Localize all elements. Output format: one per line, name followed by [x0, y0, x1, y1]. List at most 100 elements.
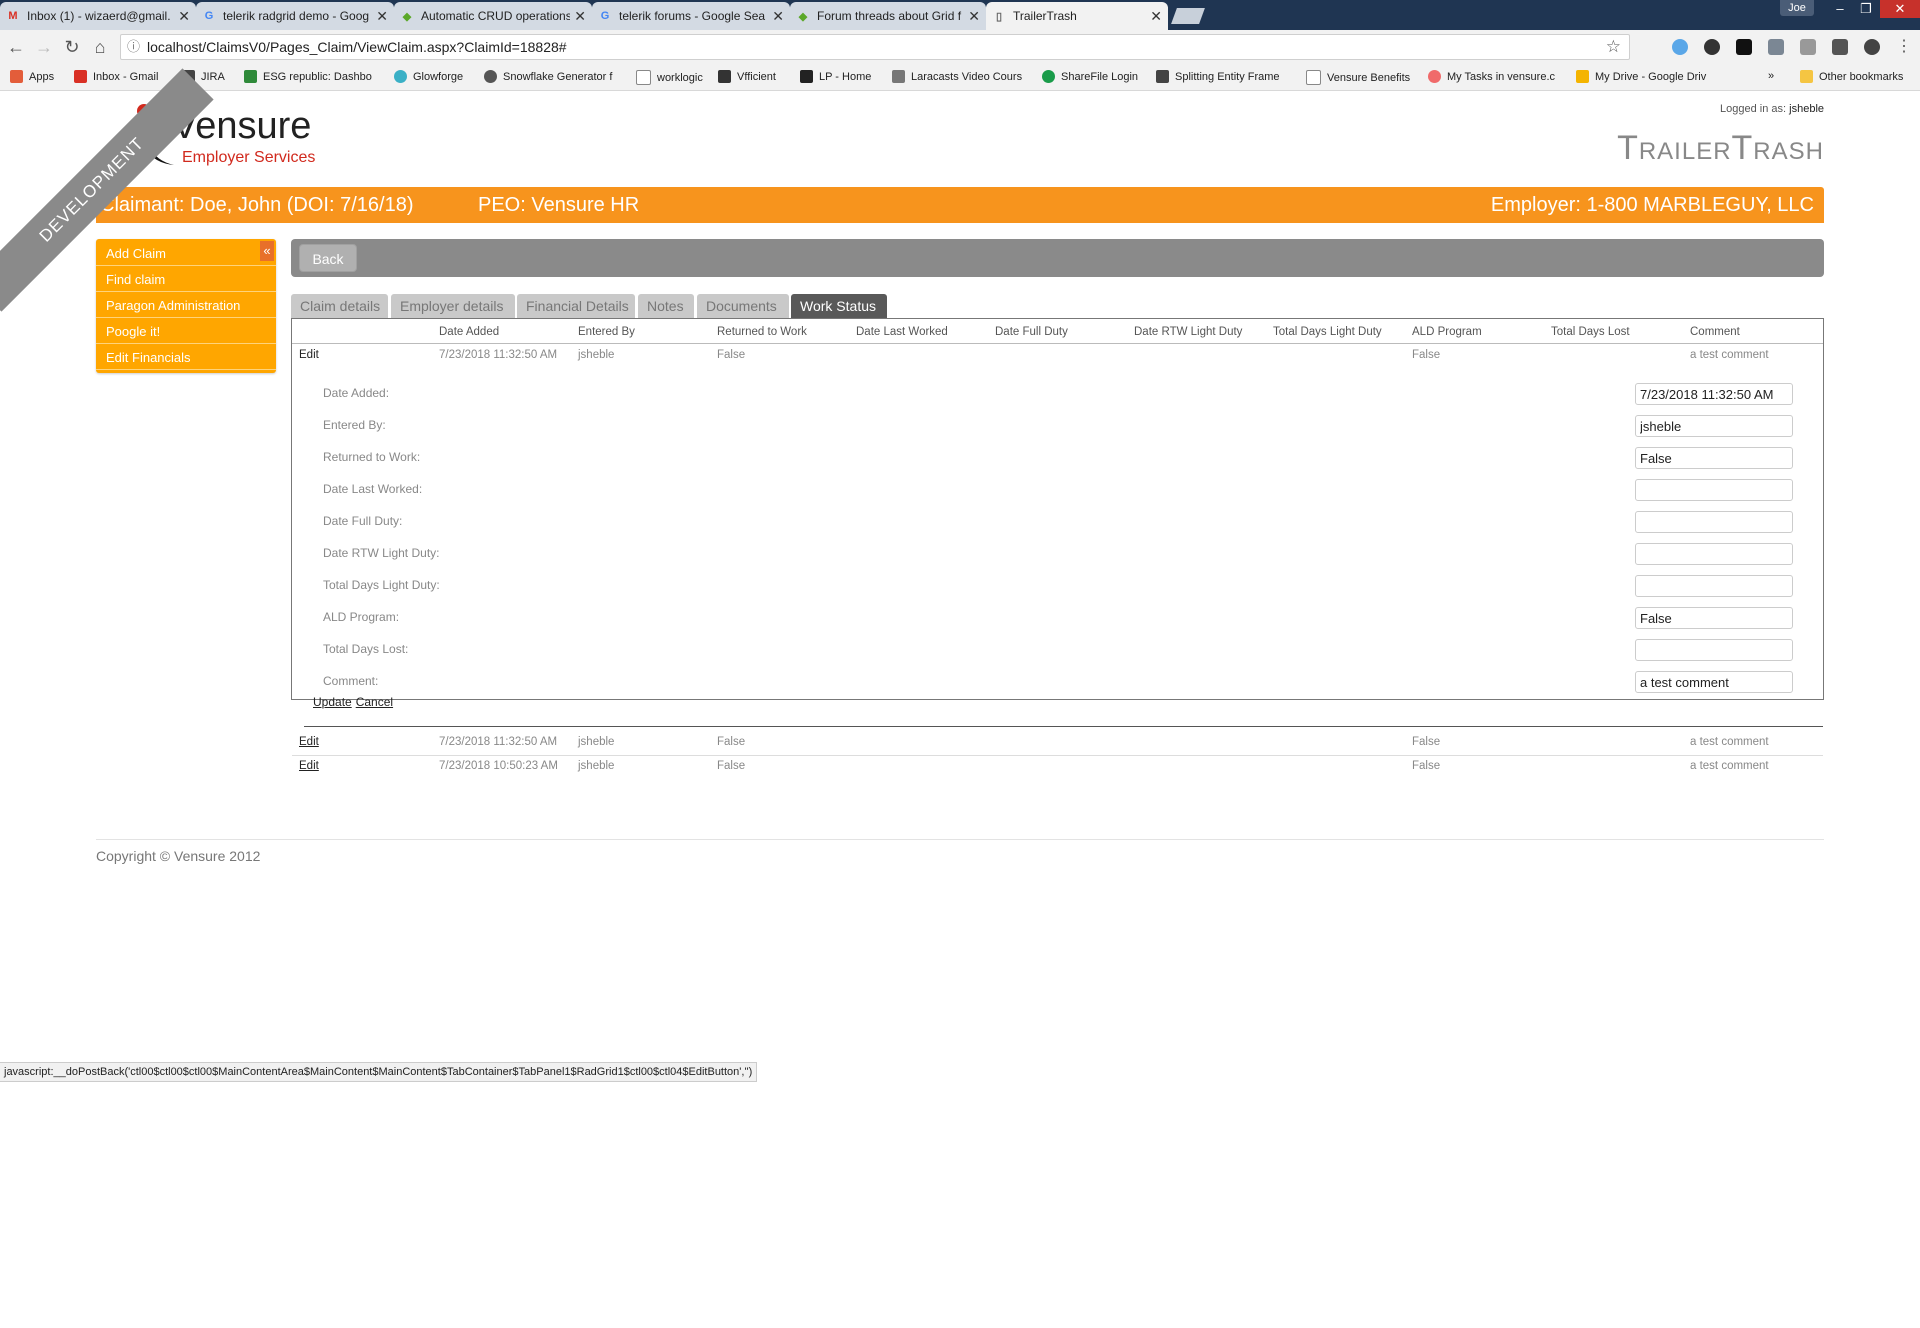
returned-to-work-input[interactable]: [1635, 447, 1793, 469]
amazon-extension-icon[interactable]: [1736, 39, 1752, 55]
column-header-date-added[interactable]: Date Added: [439, 326, 499, 338]
other-bookmarks[interactable]: Other bookmarks: [1800, 70, 1903, 83]
menu-item-add-claim[interactable]: Add Claim: [96, 241, 276, 266]
browser-tab-forum-threads[interactable]: ◆ Forum threads about Grid f ✕: [790, 2, 986, 30]
tab-work-status[interactable]: Work Status: [791, 294, 887, 318]
back-arrow-icon[interactable]: ←: [4, 36, 28, 58]
field-label-date-full-duty: Date Full Duty:: [323, 514, 403, 528]
close-tab-icon[interactable]: ✕: [178, 8, 190, 25]
claimant-info: Claimant: Doe, John (DOI: 7/16/18): [100, 194, 414, 216]
address-bar[interactable]: ⓘ localhost/ClaimsV0/Pages_Claim/ViewCla…: [120, 34, 1630, 60]
reload-icon[interactable]: ↻: [60, 36, 84, 58]
back-button[interactable]: Back: [299, 244, 357, 272]
tab-documents[interactable]: Documents: [697, 294, 789, 318]
bookmark-my-tasks[interactable]: My Tasks in vensure.c: [1428, 70, 1555, 83]
column-header-entered-by[interactable]: Entered By: [578, 326, 635, 338]
column-header-date-last-worked[interactable]: Date Last Worked: [856, 326, 948, 338]
close-window-icon[interactable]: ✕: [1880, 0, 1920, 18]
menu-item-edit-financials[interactable]: Edit Financials: [96, 345, 276, 370]
menu-item-poogle-it[interactable]: Poogle it!: [96, 319, 276, 344]
extension-icon[interactable]: [1704, 39, 1720, 55]
info-icon[interactable]: ⓘ: [127, 35, 140, 59]
new-tab-button[interactable]: [1171, 8, 1205, 24]
browser-tab-crud[interactable]: ◆ Automatic CRUD operations ✕: [394, 2, 592, 30]
tab-notes[interactable]: Notes: [638, 294, 694, 318]
bookmarks-overflow-chevron[interactable]: »: [1768, 70, 1774, 82]
bookmark-worklogic[interactable]: worklogic: [636, 70, 703, 85]
bookmark-google-drive[interactable]: My Drive - Google Driv: [1576, 70, 1706, 83]
cell-comment: a test comment: [1690, 349, 1769, 361]
column-header-ald-program[interactable]: ALD Program: [1412, 326, 1482, 338]
employer-info: Employer: 1-800 MARBLEGUY, LLC: [1490, 194, 1814, 216]
lp-icon: [800, 70, 813, 83]
menu-dots-icon[interactable]: ⋮: [1892, 36, 1916, 58]
menu-item-find-claim[interactable]: Find claim: [96, 267, 276, 292]
folder-icon: [1800, 70, 1813, 83]
date-rtw-light-duty-input[interactable]: [1635, 543, 1793, 565]
ald-program-input[interactable]: [1635, 607, 1793, 629]
bookmark-vfficient[interactable]: Vfficient: [718, 70, 776, 83]
bookmark-lp-home[interactable]: LP - Home: [800, 70, 871, 83]
column-header-date-full-duty[interactable]: Date Full Duty: [995, 326, 1068, 338]
sharefile-icon: [1042, 70, 1055, 83]
browser-tab-google-forums[interactable]: G telerik forums - Google Sea ✕: [592, 2, 790, 30]
collapse-menu-icon[interactable]: «: [260, 241, 274, 261]
browser-tab-trailertrash[interactable]: ▯ TrailerTrash ✕: [986, 2, 1168, 30]
bookmark-gmail[interactable]: Inbox - Gmail: [74, 70, 158, 83]
logged-in-user: jsheble: [1789, 103, 1824, 115]
field-label-comment: Comment:: [323, 674, 379, 688]
close-tab-icon[interactable]: ✕: [772, 8, 784, 25]
date-added-input[interactable]: [1635, 383, 1793, 405]
edit-link[interactable]: Edit: [299, 760, 319, 772]
profile-button[interactable]: Joe: [1780, 0, 1814, 16]
column-header-comment[interactable]: Comment: [1690, 326, 1740, 338]
total-days-light-duty-input[interactable]: [1635, 575, 1793, 597]
total-days-lost-input[interactable]: [1635, 639, 1793, 661]
date-full-duty-input[interactable]: [1635, 511, 1793, 533]
bookmark-glowforge[interactable]: Glowforge: [394, 70, 463, 83]
close-tab-icon[interactable]: ✕: [968, 8, 980, 25]
bookmark-snowflake[interactable]: Snowflake Generator f: [484, 70, 612, 83]
bookmark-apps[interactable]: Apps: [10, 70, 54, 83]
column-header-total-days-light-duty[interactable]: Total Days Light Duty: [1273, 326, 1382, 338]
edit-link[interactable]: Edit: [299, 736, 319, 748]
cell-date-added: 7/23/2018 10:50:23 AM: [439, 760, 558, 772]
restore-icon[interactable]: ❐: [1852, 0, 1880, 18]
minimize-icon[interactable]: –: [1826, 0, 1854, 18]
bookmark-entity-framework[interactable]: Splitting Entity Frame: [1156, 70, 1280, 83]
bookmark-sharefile[interactable]: ShareFile Login: [1042, 70, 1138, 83]
bookmark-vensure-benefits[interactable]: Vensure Benefits: [1306, 70, 1410, 85]
extension-icon[interactable]: [1672, 39, 1688, 55]
bookmark-esg[interactable]: ESG republic: Dashbo: [244, 70, 372, 83]
cell-comment: a test comment: [1690, 736, 1769, 748]
update-link[interactable]: Update: [313, 695, 352, 709]
menu-item-paragon-administration[interactable]: Paragon Administration: [96, 293, 276, 318]
edit-link[interactable]: Edit: [299, 349, 319, 361]
browser-tab-gmail[interactable]: M Inbox (1) - wizaerd@gmail. ✕: [0, 2, 196, 30]
browser-tab-google-radgrid[interactable]: G telerik radgrid demo - Goog ✕: [196, 2, 394, 30]
logged-in-status: Logged in as: jsheble: [1720, 103, 1824, 115]
column-header-date-rtw-light-duty[interactable]: Date RTW Light Duty: [1134, 326, 1242, 338]
bookmark-star-icon[interactable]: ☆: [1606, 35, 1621, 59]
entered-by-input[interactable]: [1635, 415, 1793, 437]
logo-subtitle: Employer Services: [182, 149, 316, 166]
bookmark-laracasts[interactable]: Laracasts Video Cours: [892, 70, 1022, 83]
close-tab-icon[interactable]: ✕: [1150, 8, 1162, 25]
extension-icon[interactable]: [1864, 39, 1880, 55]
tab-financial-details[interactable]: Financial Details: [517, 294, 635, 318]
column-header-total-days-lost[interactable]: Total Days Lost: [1551, 326, 1630, 338]
extension-icon[interactable]: [1800, 39, 1816, 55]
forward-arrow-icon[interactable]: →: [32, 36, 56, 58]
tab-employer-details[interactable]: Employer details: [391, 294, 515, 318]
comment-input[interactable]: [1635, 671, 1793, 693]
dropbox-extension-icon[interactable]: [1768, 39, 1784, 55]
tab-claim-details[interactable]: Claim details: [291, 294, 388, 318]
home-icon[interactable]: ⌂: [88, 36, 112, 58]
column-header-returned-to-work[interactable]: Returned to Work: [717, 326, 807, 338]
close-tab-icon[interactable]: ✕: [376, 8, 388, 25]
cancel-link[interactable]: Cancel: [356, 695, 393, 709]
extension-icon[interactable]: [1832, 39, 1848, 55]
close-tab-icon[interactable]: ✕: [574, 8, 586, 25]
date-last-worked-input[interactable]: [1635, 479, 1793, 501]
copyright-text: Copyright © Vensure 2012: [96, 848, 261, 864]
